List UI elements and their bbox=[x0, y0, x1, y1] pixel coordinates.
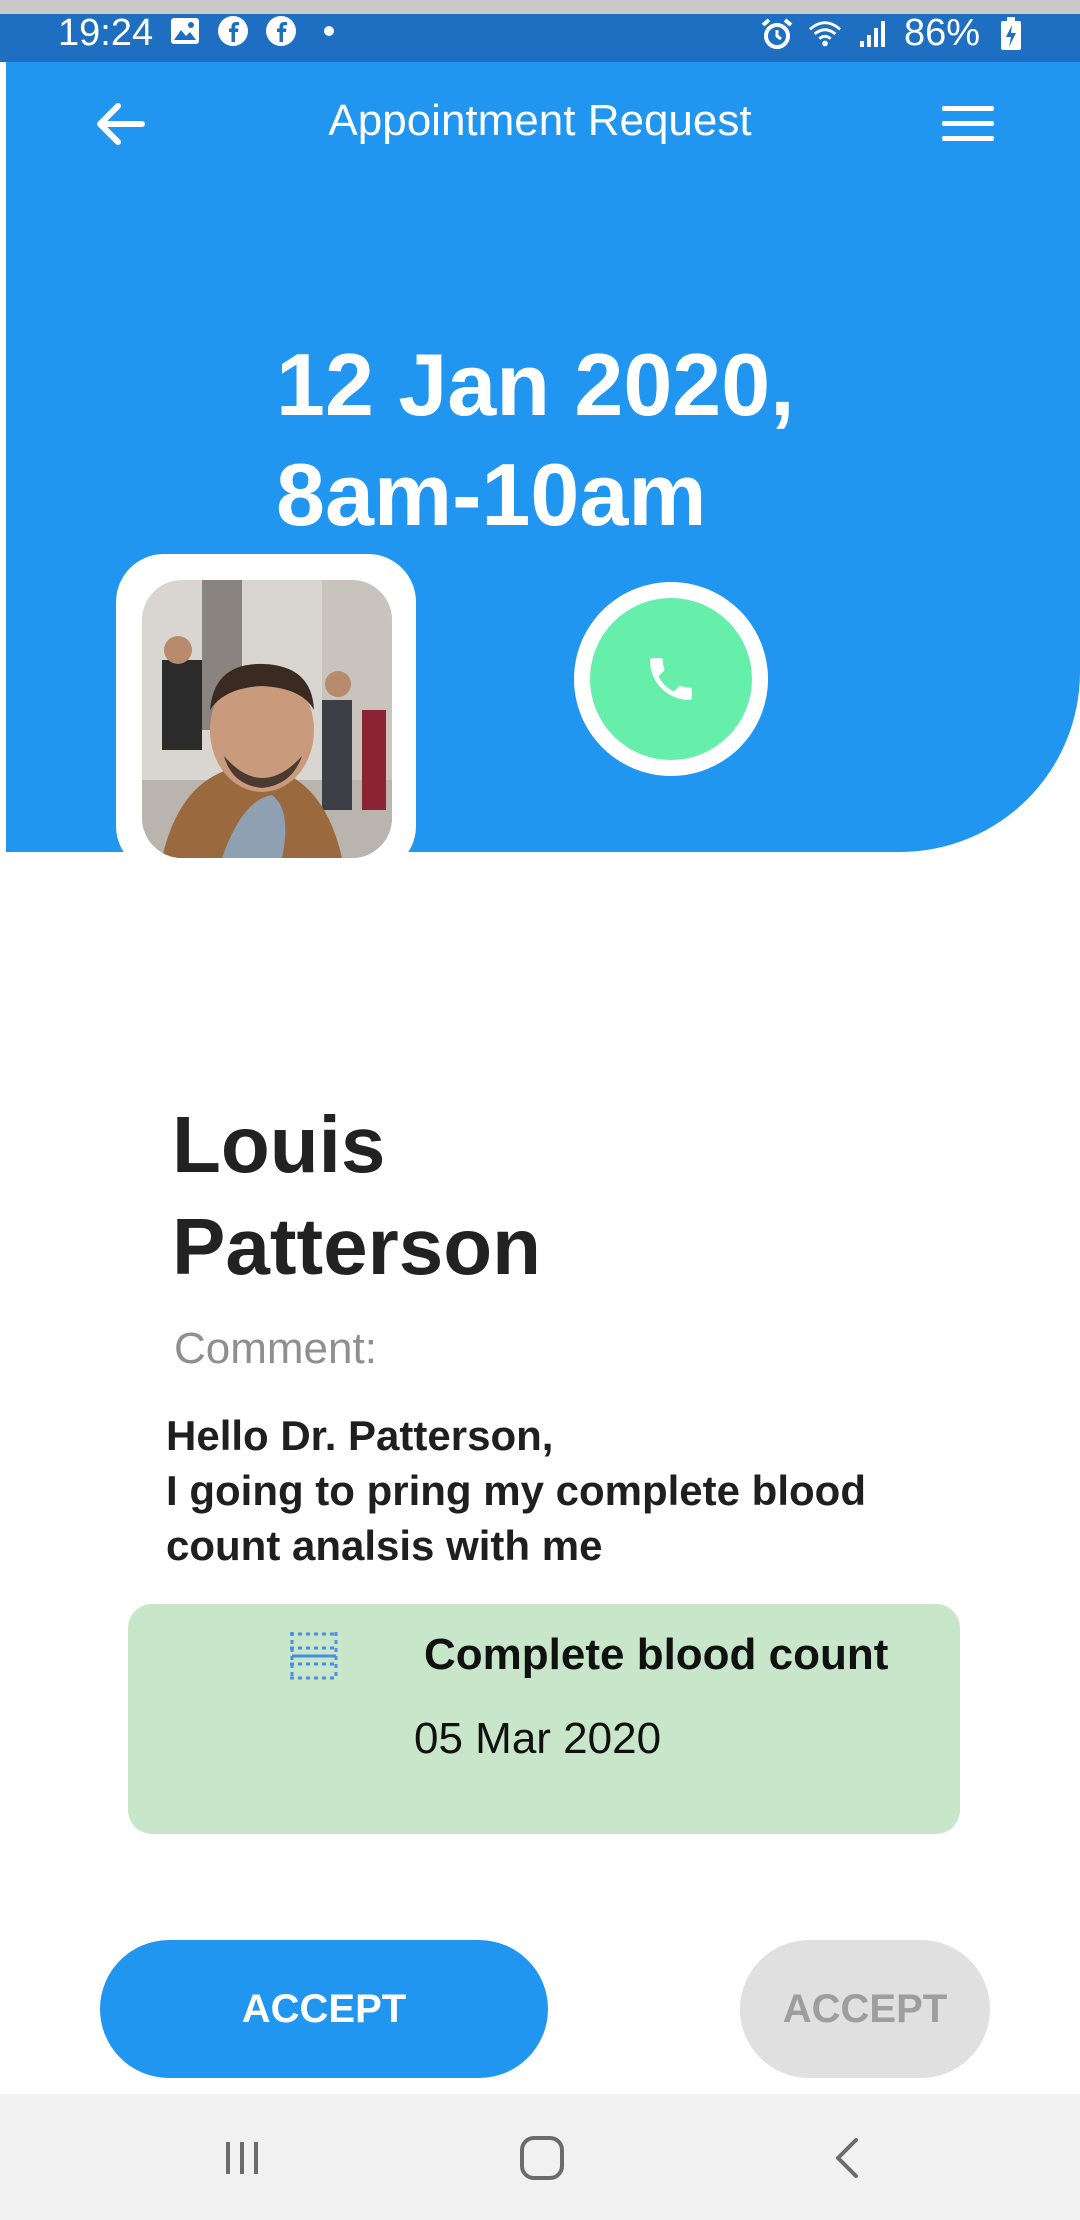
status-notification-icons bbox=[168, 14, 346, 48]
status-system-icons: 86% bbox=[760, 12, 1028, 55]
wifi-icon bbox=[808, 17, 842, 51]
appointment-time: 8am-10am bbox=[276, 445, 707, 544]
test-result-card[interactable]: Complete blood count 05 Mar 2020 bbox=[128, 1604, 960, 1834]
home-button[interactable] bbox=[512, 2128, 572, 2188]
document-grid-icon bbox=[288, 1630, 340, 1682]
status-time: 19:24 bbox=[58, 12, 154, 54]
test-date: 05 Mar 2020 bbox=[414, 1714, 662, 1763]
comment-label: Comment: bbox=[174, 1324, 377, 1373]
facebook-icon bbox=[264, 14, 298, 48]
call-button-inner bbox=[590, 598, 752, 760]
appointment-date: 12 Jan 2020, bbox=[276, 335, 795, 434]
patient-name: Louis Patterson bbox=[172, 1094, 541, 1298]
page-title: Appointment Request bbox=[328, 96, 752, 145]
battery-percentage: 86% bbox=[903, 12, 980, 54]
image-icon bbox=[168, 14, 202, 48]
chevron-left-icon bbox=[836, 2138, 858, 2178]
menu-button[interactable] bbox=[940, 102, 996, 146]
comment-line: count analsis with me bbox=[166, 1522, 603, 1569]
patient-last-name: Patterson bbox=[172, 1202, 541, 1291]
facebook-icon bbox=[216, 14, 250, 48]
alarm-icon bbox=[760, 17, 794, 51]
phone-icon bbox=[650, 658, 692, 700]
avatar-frame bbox=[116, 554, 416, 874]
signal-icon bbox=[856, 17, 890, 51]
battery-charging-icon bbox=[994, 16, 1028, 51]
hamburger-menu-icon bbox=[942, 106, 994, 141]
status-bar: 19:24 86% bbox=[0, 0, 1080, 62]
recent-apps-button[interactable] bbox=[212, 2128, 272, 2188]
patient-first-name: Louis bbox=[172, 1100, 386, 1189]
accept-button-disabled: ACCEPT bbox=[740, 1940, 990, 2078]
call-button[interactable] bbox=[574, 582, 768, 776]
accept-button[interactable]: ACCEPT bbox=[100, 1940, 548, 2078]
system-navigation-bar bbox=[0, 2094, 1080, 2220]
home-icon bbox=[520, 2136, 564, 2180]
avatar bbox=[142, 580, 392, 858]
comment-line: Hello Dr. Patterson, bbox=[166, 1412, 554, 1459]
comment-line: I going to pring my complete blood bbox=[166, 1467, 866, 1514]
test-name: Complete blood count bbox=[424, 1630, 889, 1679]
appointment-datetime: 12 Jan 2020, 8am-10am bbox=[276, 330, 795, 550]
back-nav-button[interactable] bbox=[818, 2128, 878, 2188]
dot-icon bbox=[312, 14, 346, 48]
comment-text: Hello Dr. Patterson, I going to pring my… bbox=[166, 1408, 966, 1573]
recent-apps-icon bbox=[226, 2142, 258, 2174]
